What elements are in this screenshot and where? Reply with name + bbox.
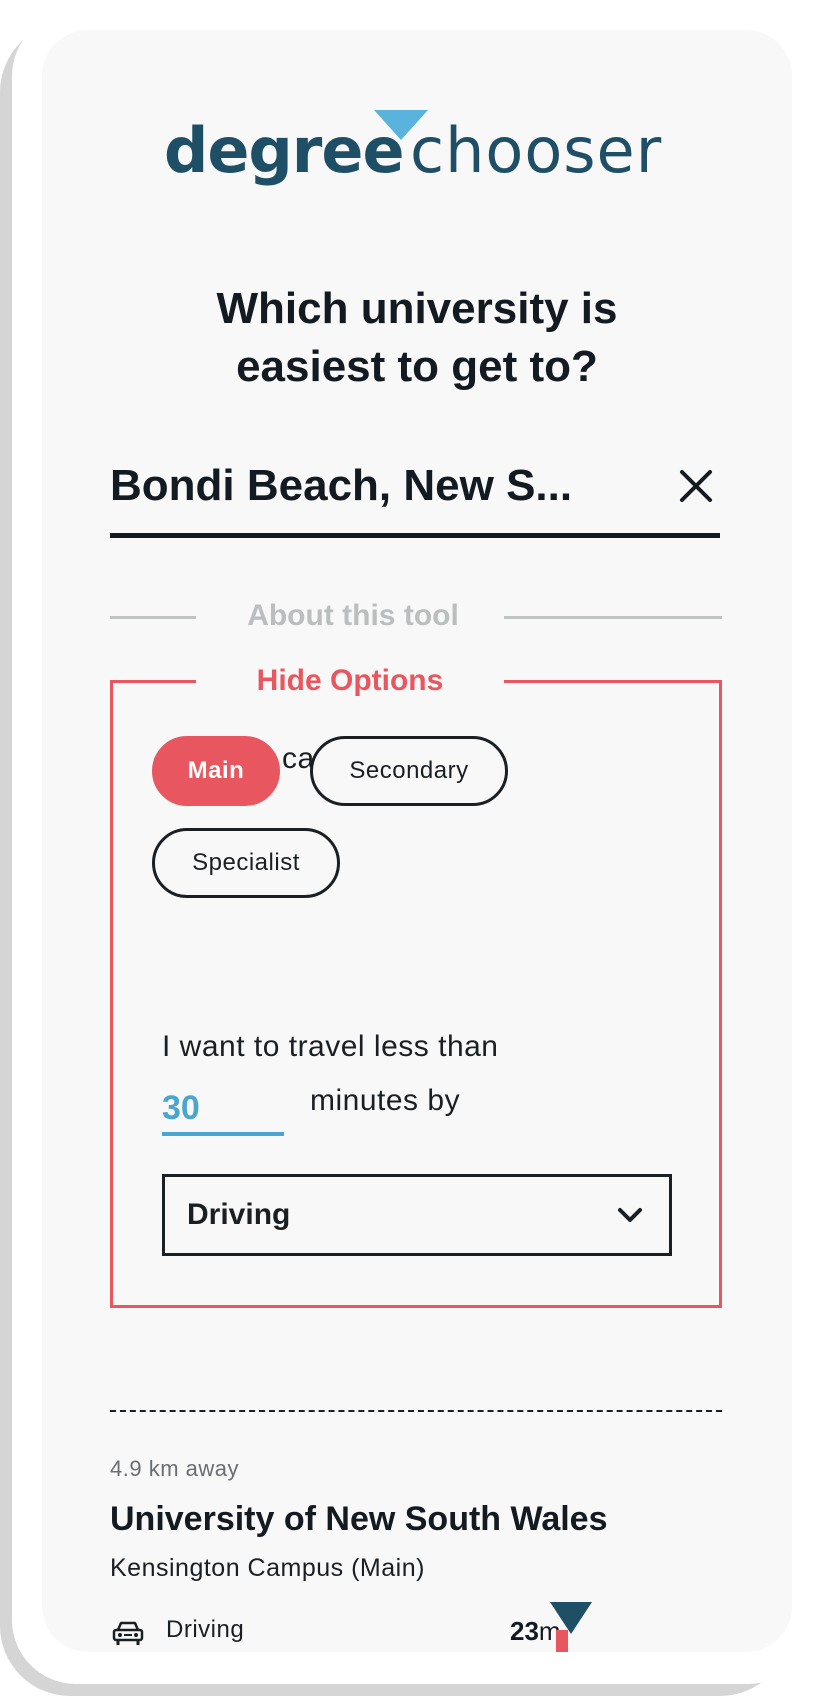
- result-campus-name: Kensington Campus (Main): [110, 1554, 425, 1582]
- minutes-suffix-label: minutes by: [310, 1084, 461, 1117]
- app-screen: degree chooser Which university is easie…: [42, 30, 792, 1652]
- hide-options-toggle[interactable]: Hide Options: [196, 660, 504, 702]
- divider-line-right: [504, 616, 722, 619]
- location-input[interactable]: Bondi Beach, New S...: [110, 446, 640, 526]
- travel-limit-label: I want to travel less than: [162, 1030, 499, 1063]
- about-tool-link[interactable]: About this tool: [228, 596, 478, 636]
- result-distance: 4.9 km away: [110, 1456, 239, 1481]
- divider-line-left: [110, 616, 196, 619]
- results-separator: [110, 1410, 722, 1412]
- minutes-input[interactable]: [162, 1084, 284, 1136]
- travel-mode-select[interactable]: Driving: [162, 1174, 672, 1256]
- logo-word-degree: degree: [164, 114, 404, 187]
- chip-specialist[interactable]: Specialist: [152, 828, 340, 898]
- chip-main[interactable]: Main: [152, 736, 280, 806]
- result-mode-label: Driving: [166, 1616, 245, 1643]
- page-title-line-2: easiest to get to?: [236, 342, 598, 391]
- travel-time-bar: [556, 1630, 568, 1652]
- car-icon: [112, 1621, 144, 1645]
- result-time-number: 23: [510, 1616, 539, 1646]
- chevron-down-icon: [618, 1208, 642, 1222]
- page-title-line-1: Which university is: [216, 284, 618, 333]
- app-logo: degree chooser: [42, 110, 792, 194]
- chip-secondary[interactable]: Secondary: [310, 736, 508, 806]
- result-university-name[interactable]: University of New South Wales: [110, 1500, 608, 1539]
- logo-word-chooser: chooser: [410, 114, 663, 187]
- travel-mode-value: Driving: [187, 1198, 291, 1231]
- clear-location-button[interactable]: [672, 462, 720, 510]
- about-divider: About this tool: [110, 596, 722, 636]
- location-field: Bondi Beach, New S...: [110, 446, 720, 538]
- page-title: Which university is easiest to get to?: [42, 280, 792, 396]
- result-travel-row: Driving 23m: [112, 1612, 712, 1652]
- close-icon: [680, 470, 712, 502]
